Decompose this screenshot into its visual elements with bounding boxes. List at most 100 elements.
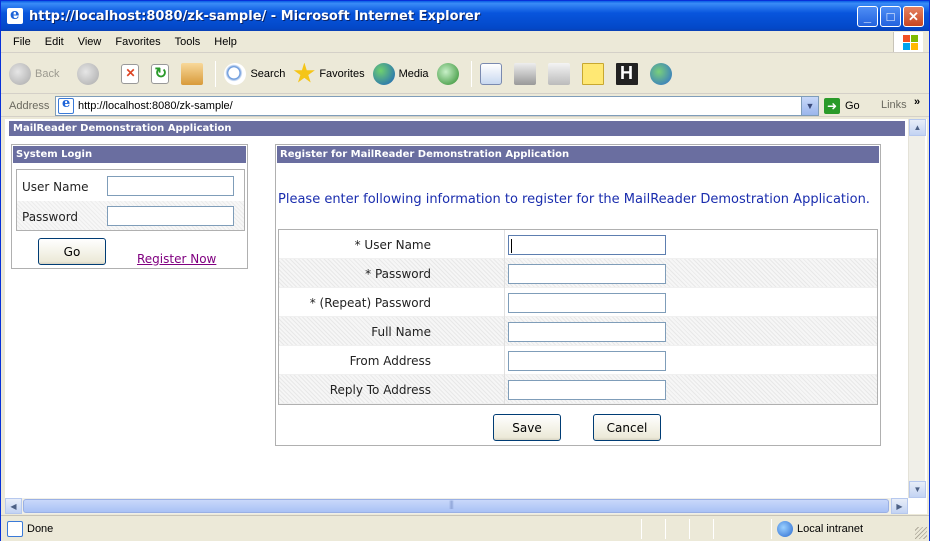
toolbar-separator (470, 60, 472, 87)
browser-window: http://localhost:8080/zk-sample/ - Micro… (0, 0, 930, 541)
register-now-link[interactable]: Register Now (137, 252, 216, 266)
h-logo-icon: H (615, 62, 638, 85)
standard-toolbar: Back Search Favorites Media (1, 54, 929, 94)
notes-button[interactable] (581, 62, 608, 85)
edit-button[interactable] (547, 62, 574, 85)
back-button[interactable]: Back (9, 62, 59, 85)
printer-icon (513, 62, 536, 85)
window-title: http://localhost:8080/zk-sample/ - Micro… (29, 8, 481, 24)
vertical-scrollbar[interactable]: ▲ ▼ (908, 119, 926, 498)
mail-icon (479, 62, 502, 85)
hotlist-button[interactable]: H (615, 62, 642, 85)
reg-from-address-input[interactable] (508, 351, 666, 371)
forward-button[interactable] (77, 62, 103, 85)
search-label: Search (250, 67, 286, 80)
form-row-username: * User Name (279, 230, 877, 259)
status-bar: Done Local intranet (1, 515, 929, 541)
refresh-button[interactable] (151, 63, 173, 84)
form-row-repeat-password: * (Repeat) Password (279, 288, 877, 317)
status-separator (641, 519, 642, 539)
address-dropdown-icon[interactable]: ▼ (801, 97, 818, 115)
stop-icon (121, 63, 140, 84)
text-caret (511, 239, 512, 253)
search-button[interactable]: Search (224, 62, 286, 85)
register-intro-text: Please enter following information to re… (278, 192, 870, 207)
horizontal-scroll-thumb[interactable] (23, 499, 889, 513)
password-label: Password (22, 210, 79, 224)
login-row-username: User Name (17, 171, 244, 200)
favorites-button[interactable]: Favorites (293, 62, 365, 85)
resize-grip-icon[interactable] (915, 527, 927, 539)
row-divider (504, 230, 505, 259)
home-button[interactable] (181, 62, 207, 85)
history-icon (436, 62, 459, 85)
history-button[interactable] (436, 62, 463, 85)
status-separator (713, 519, 714, 539)
page-icon (58, 96, 74, 114)
save-button[interactable]: Save (493, 414, 561, 441)
menu-bar: File Edit View Favorites Tools Help (1, 31, 929, 53)
windows-logo-icon (893, 32, 923, 52)
login-username-input[interactable] (107, 176, 234, 196)
reg-password-input[interactable] (508, 264, 666, 284)
scroll-down-icon[interactable]: ▼ (909, 481, 926, 498)
login-row-password: Password (17, 201, 244, 230)
scroll-up-icon[interactable]: ▲ (909, 119, 926, 136)
refresh-icon (151, 63, 170, 84)
reg-reply-to-input[interactable] (508, 380, 666, 400)
links-label[interactable]: Links (881, 99, 907, 111)
toolbar-separator (215, 60, 217, 87)
address-input[interactable]: http://localhost:8080/zk-sample/ ▼ (55, 96, 819, 116)
menu-file[interactable]: File (1, 36, 38, 48)
menu-help[interactable]: Help (207, 36, 244, 48)
reg-username-input[interactable] (508, 235, 666, 255)
address-url[interactable]: http://localhost:8080/zk-sample/ (78, 100, 233, 112)
mail-button[interactable] (479, 62, 506, 85)
title-bar[interactable]: http://localhost:8080/zk-sample/ - Micro… (1, 1, 929, 31)
search-icon (224, 62, 247, 85)
stop-button[interactable] (121, 63, 143, 84)
username-label: User Name (22, 180, 89, 194)
cancel-button[interactable]: Cancel (593, 414, 661, 441)
field-label: * User Name (354, 238, 431, 252)
favorites-label: Favorites (319, 67, 365, 80)
menu-tools[interactable]: Tools (168, 36, 208, 48)
media-icon (372, 62, 395, 85)
security-zone-text: Local intranet (797, 523, 864, 535)
links-chevron-icon[interactable]: » (914, 96, 920, 108)
reg-full-name-input[interactable] (508, 322, 666, 342)
messenger-button[interactable] (649, 62, 676, 85)
go-arrow-icon: ➜ (824, 98, 840, 114)
field-label: Full Name (371, 325, 431, 339)
register-panel: Register for MailReader Demonstration Ap… (275, 144, 881, 446)
forward-arrow-icon (77, 62, 100, 85)
scroll-right-icon[interactable]: ▶ (891, 498, 908, 514)
go-button[interactable]: ➜ Go (824, 98, 860, 114)
horizontal-scrollbar[interactable]: ◀ ▶ (5, 498, 908, 514)
media-button[interactable]: Media (372, 62, 429, 85)
messenger-icon (649, 62, 672, 85)
row-divider (504, 375, 505, 404)
menu-view[interactable]: View (71, 36, 109, 48)
print-button[interactable] (513, 62, 540, 85)
row-divider (504, 288, 505, 317)
row-divider (504, 346, 505, 375)
menu-favorites[interactable]: Favorites (108, 36, 167, 48)
maximize-button[interactable]: □ (880, 6, 901, 27)
close-button[interactable]: ✕ (903, 6, 924, 27)
minimize-button[interactable]: _ (857, 6, 878, 27)
login-go-button[interactable]: Go (38, 238, 106, 265)
home-icon (181, 62, 204, 85)
field-label: From Address (349, 354, 431, 368)
login-panel-title: System Login (13, 146, 246, 163)
login-password-input[interactable] (107, 206, 234, 226)
form-row-from-address: From Address (279, 346, 877, 375)
menu-edit[interactable]: Edit (38, 36, 71, 48)
system-login-panel: System Login User Name Password Go Regis… (11, 144, 248, 269)
row-divider (504, 317, 505, 346)
scroll-left-icon[interactable]: ◀ (5, 498, 22, 514)
register-panel-title: Register for MailReader Demonstration Ap… (277, 146, 879, 163)
intranet-zone-icon (777, 521, 793, 537)
reg-repeat-password-input[interactable] (508, 293, 666, 313)
address-bar: Address http://localhost:8080/zk-sample/… (1, 95, 929, 117)
